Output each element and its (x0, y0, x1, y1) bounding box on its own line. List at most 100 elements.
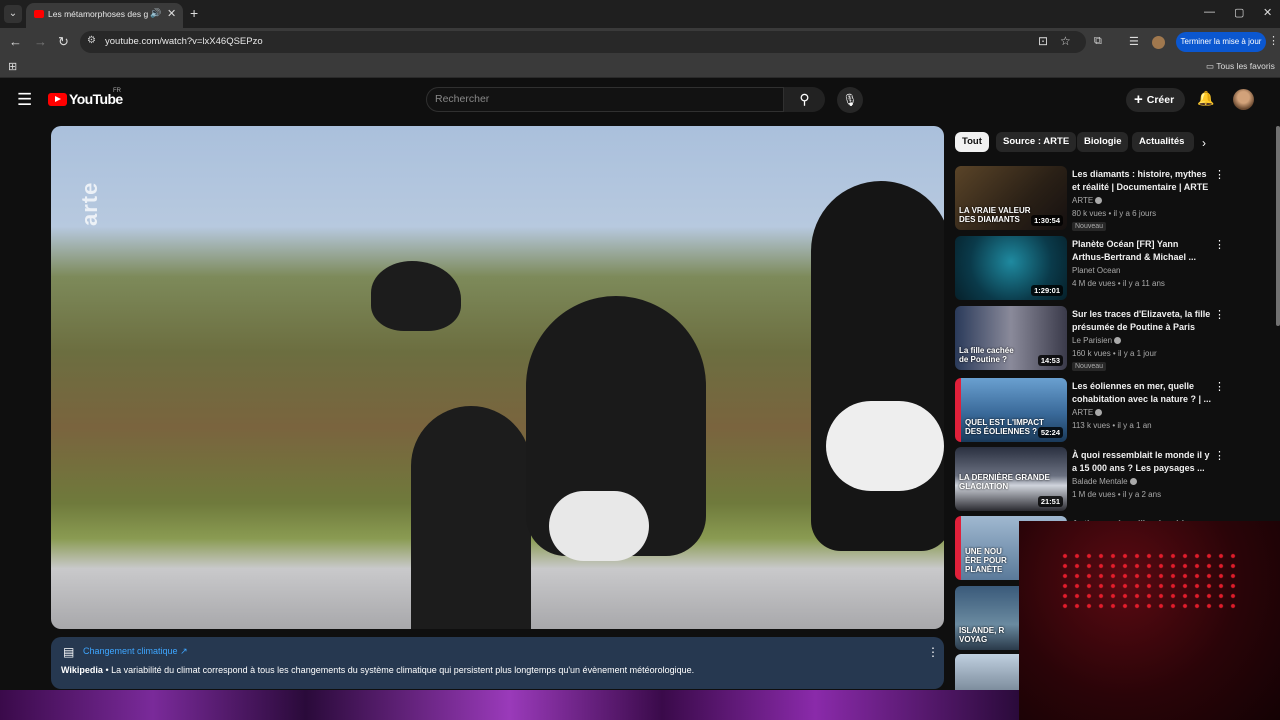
channel-label: ARTE (1072, 408, 1094, 417)
info-description: Wikipedia • La variabilité du climat cor… (61, 665, 694, 675)
channel-name[interactable]: ARTE (1072, 408, 1103, 417)
video-thumbnail[interactable]: LA VRAIE VALEUR DES DIAMANTS 1:30:54 (955, 166, 1067, 230)
bird-shape (811, 181, 944, 551)
more-options-icon[interactable]: ⋮ (1214, 238, 1225, 251)
channel-name[interactable]: Balade Mentale (1072, 477, 1137, 486)
more-options-icon[interactable]: ⋮ (927, 645, 939, 659)
bookmarks-bar: ⊞ ▭ Tous les favoris (0, 56, 1280, 78)
back-icon[interactable]: ← (9, 34, 22, 49)
microphone-icon: 🎙 (842, 93, 858, 107)
all-bookmarks-button[interactable]: ▭ Tous les favoris (1206, 61, 1275, 72)
video-title[interactable]: Les diamants : histoire, mythes et réali… (1072, 168, 1212, 194)
chip-tout[interactable]: Tout (955, 132, 989, 152)
more-options-icon[interactable]: ⋮ (1214, 168, 1225, 181)
youtube-play-icon (48, 93, 67, 106)
video-title[interactable]: Sur les traces d'Elizaveta, la fille pré… (1072, 308, 1212, 334)
chevron-right-icon[interactable]: › (1202, 136, 1206, 150)
country-code: FR (113, 88, 121, 94)
minimize-icon[interactable]: — (1204, 6, 1215, 18)
thumbnail-text: QUEL EST L'IMPACT DES ÉOLIENNES ? (965, 418, 1044, 436)
menu-hamburger-icon[interactable]: ☰ (17, 90, 32, 110)
video-title[interactable]: Les éoliennes en mer, quelle cohabitatio… (1072, 380, 1212, 406)
channel-label: Le Parisien (1072, 336, 1113, 345)
bookmark-star-icon[interactable]: ☆ (1060, 34, 1071, 48)
browser-tab[interactable]: Les métamorphoses des glaciers 🔊 ✕ (26, 3, 183, 28)
forward-icon[interactable]: → (34, 34, 47, 49)
reload-icon[interactable]: ↻ (58, 34, 69, 50)
site-info-icon[interactable]: ⚙ (87, 35, 96, 46)
new-badge: Nouveau (1072, 362, 1107, 371)
avatar[interactable] (1233, 89, 1254, 110)
arte-watermark: arte (77, 181, 102, 226)
verified-icon (1114, 337, 1122, 344)
notifications-bell-icon[interactable]: 🔔 (1197, 90, 1214, 107)
close-tab-icon[interactable]: ✕ (167, 7, 176, 20)
duration-badge: 1:29:01 (1031, 285, 1063, 296)
create-button[interactable]: + Créer (1126, 88, 1185, 112)
browser-tab-bar: ⌄ Les métamorphoses des glaciers 🔊 ✕ + —… (0, 0, 1280, 28)
tab-search-button[interactable]: ⌄ (4, 5, 22, 23)
bird-shape (411, 406, 531, 629)
search-input[interactable] (435, 93, 765, 105)
all-bookmarks-label: Tous les favoris (1216, 61, 1275, 71)
browser-menu-icon[interactable]: ⋮ (1268, 34, 1279, 47)
youtube-favicon-icon (34, 10, 44, 18)
voice-search-button[interactable]: 🎙 (837, 87, 863, 113)
chip-actualites[interactable]: Actualités (1132, 132, 1194, 152)
close-window-icon[interactable]: ✕ (1263, 6, 1272, 19)
channel-name[interactable]: Planet Ocean (1072, 266, 1120, 275)
create-label: Créer (1146, 94, 1175, 106)
info-panel: ▤ Changement climatique ↗ Wikipedia • La… (51, 637, 944, 689)
video-thumbnail[interactable]: QUEL EST L'IMPACT DES ÉOLIENNES ? 52:24 (955, 378, 1067, 442)
more-options-icon[interactable]: ⋮ (1214, 308, 1225, 321)
bird-belly-shape (549, 491, 649, 561)
video-thumbnail[interactable]: 1:29:01 (955, 236, 1067, 300)
youtube-header: ☰ YouTube FR ⚲ 🎙 +Créer 🔔 (0, 78, 1280, 122)
video-meta: 1 M de vues • il y a 2 ans (1072, 490, 1162, 499)
video-meta: 160 k vues • il y a 1 jour (1072, 349, 1157, 358)
chip-biologie[interactable]: Biologie (1077, 132, 1129, 152)
topic-link[interactable]: Changement climatique ↗ (83, 646, 188, 657)
install-app-icon[interactable]: ⊡ (1038, 34, 1048, 48)
video-thumbnail[interactable]: LA DERNIÈRE GRANDE GLACIATION 21:51 (955, 447, 1067, 511)
plus-icon: + (1134, 91, 1143, 108)
list-item[interactable]: La fille cachée de Poutine ? 14:53 Sur l… (955, 306, 1275, 371)
search-box (426, 87, 784, 112)
address-bar[interactable]: ⚙ youtube.com/watch?v=lxX46QSEPzo ⊡ ☆ (80, 31, 1086, 53)
info-text: • La variabilité du climat correspond à … (102, 665, 695, 675)
search-button[interactable]: ⚲ (784, 87, 825, 112)
channel-name[interactable]: Le Parisien (1072, 336, 1122, 345)
duration-badge: 14:53 (1037, 355, 1063, 366)
page-scrollbar[interactable] (1276, 126, 1280, 326)
duration-badge: 52:24 (1037, 427, 1063, 438)
list-item[interactable]: QUEL EST L'IMPACT DES ÉOLIENNES ? 52:24 … (955, 378, 1275, 443)
list-item[interactable]: 1:29:01 Planète Océan [FR] Yann Arthus-B… (955, 236, 1275, 301)
new-badge: Nouveau (1072, 222, 1107, 231)
thumbnail-text: UNE NOU ÈRE POUR PLANÈTE (965, 547, 1007, 574)
video-title[interactable]: À quoi ressemblait le monde il y a 15 00… (1072, 449, 1212, 475)
maximize-icon[interactable]: ▢ (1234, 6, 1244, 19)
extensions-icon[interactable]: ⧉ (1094, 35, 1102, 48)
video-title[interactable]: Planète Océan [FR] Yann Arthus-Bertrand … (1072, 238, 1212, 264)
topic-label: Changement climatique (83, 646, 178, 656)
chip-source-arte[interactable]: Source : ARTE (996, 132, 1077, 152)
list-item[interactable]: LA VRAIE VALEUR DES DIAMANTS 1:30:54 Les… (955, 166, 1275, 231)
bird-head-shape (371, 261, 461, 331)
more-options-icon[interactable]: ⋮ (1214, 380, 1225, 393)
video-player[interactable]: arte (51, 126, 944, 629)
channel-name[interactable]: ARTE (1072, 196, 1103, 205)
reading-list-icon[interactable]: ☰ (1129, 35, 1139, 48)
more-options-icon[interactable]: ⋮ (1214, 449, 1225, 462)
update-button[interactable]: Terminer la mise à jour (1176, 32, 1266, 52)
list-item[interactable]: LA DERNIÈRE GRANDE GLACIATION 21:51 À qu… (955, 447, 1275, 512)
video-thumbnail[interactable]: La fille cachée de Poutine ? 14:53 (955, 306, 1067, 370)
duration-badge: 21:51 (1037, 496, 1063, 507)
info-source: Wikipedia (61, 665, 103, 675)
profile-avatar-icon[interactable] (1152, 36, 1165, 49)
video-meta: 80 k vues • il y a 6 jours (1072, 209, 1157, 218)
video-meta: 113 k vues • il y a 1 an (1072, 421, 1152, 430)
apps-grid-icon[interactable]: ⊞ (8, 60, 17, 73)
webcam-overlay (1019, 521, 1280, 720)
new-tab-button[interactable]: + (190, 5, 198, 21)
audio-playing-icon[interactable]: 🔊 (150, 8, 161, 19)
